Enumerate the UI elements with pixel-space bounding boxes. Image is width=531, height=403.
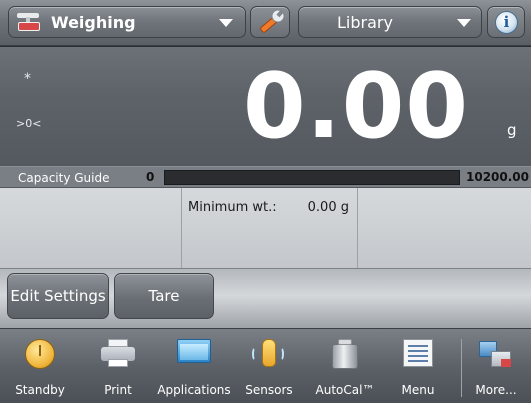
info-button[interactable]: i xyxy=(487,6,525,38)
capacity-bar xyxy=(164,170,460,185)
capacity-max: 10200.00 xyxy=(466,170,530,184)
library-select[interactable]: Library xyxy=(298,6,482,38)
more-icon xyxy=(479,339,513,369)
tare-button[interactable]: Tare xyxy=(114,273,214,319)
info-field-3 xyxy=(358,188,531,268)
edit-settings-button[interactable]: Edit Settings xyxy=(7,273,109,319)
nav-item-menu[interactable]: Menu xyxy=(390,329,446,403)
stability-indicator: * xyxy=(24,71,31,87)
nav-item-label: Print xyxy=(104,383,132,397)
standby-icon xyxy=(25,339,55,369)
application-settings-button[interactable] xyxy=(250,6,290,38)
info-field-minimum-weight: Minimum wt.: 0.00 g xyxy=(182,188,358,268)
info-field-value: 0.00 g xyxy=(307,200,349,215)
nav-item-sensors[interactable]: Sensors xyxy=(240,329,298,403)
nav-item-label: Standby xyxy=(15,383,65,397)
application-select-label: Weighing xyxy=(51,12,136,32)
nav-item-label: Sensors xyxy=(245,383,293,397)
nav-item-label: AutoCal™ xyxy=(315,383,375,397)
top-bar: Weighing Library i xyxy=(0,0,531,46)
menu-icon xyxy=(403,339,433,367)
capacity-guide-label: Capacity Guide xyxy=(18,171,110,185)
wrench-icon xyxy=(260,9,285,33)
center-of-zero-indicator: >0< xyxy=(16,117,42,130)
nav-item-label: Menu xyxy=(401,383,435,397)
capacity-guide: Capacity Guide 0 10200.00 xyxy=(0,166,531,188)
nav-item-label: Applications xyxy=(157,383,231,397)
application-select[interactable]: Weighing xyxy=(8,6,246,38)
chevron-down-icon xyxy=(457,19,471,27)
nav-item-applications[interactable]: Applications xyxy=(152,329,236,403)
info-field-1 xyxy=(0,188,182,268)
nav-divider xyxy=(461,339,462,397)
weight-display: * >0< 0.00 g xyxy=(0,47,531,166)
capacity-min: 0 xyxy=(146,170,155,184)
library-select-label: Library xyxy=(337,13,393,32)
printer-icon xyxy=(101,339,135,367)
nav-item-autocal[interactable]: AutoCal™ xyxy=(310,329,380,403)
weight-reading: 0.00 xyxy=(242,54,469,159)
info-icon: i xyxy=(495,11,518,34)
calibration-weight-icon xyxy=(332,339,358,369)
nav-item-more[interactable]: More... xyxy=(466,329,526,403)
info-field-label: Minimum wt.: xyxy=(188,200,277,215)
nav-item-print[interactable]: Print xyxy=(90,329,146,403)
nav-item-standby[interactable]: Standby xyxy=(8,329,72,403)
weight-unit[interactable]: g xyxy=(507,121,517,139)
info-fields: Minimum wt.: 0.00 g xyxy=(0,188,531,268)
applications-icon xyxy=(177,339,211,367)
sensor-hand-icon xyxy=(252,339,286,369)
action-bar: Edit Settings Tare xyxy=(0,268,531,328)
chevron-down-icon xyxy=(219,19,233,27)
nav-item-label: More... xyxy=(475,383,517,397)
weighing-scale-icon xyxy=(17,13,41,31)
bottom-nav: Standby Print Applications Sensors AutoC… xyxy=(0,328,531,403)
